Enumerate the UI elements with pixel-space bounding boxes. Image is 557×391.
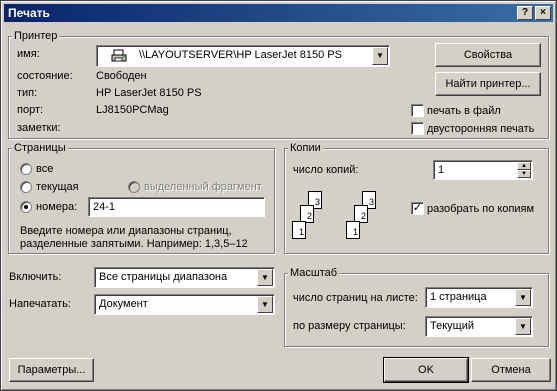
scale-value: Текущий [430, 320, 474, 332]
ok-button[interactable]: OK [383, 357, 469, 383]
copies-group-label: Копии [288, 142, 323, 154]
include-select[interactable]: Все страницы диапазона ▼ [94, 267, 275, 288]
scale-label: по размеру страницы: [293, 320, 406, 332]
chevron-down-icon[interactable]: ▼ [515, 289, 531, 306]
chevron-down-icon[interactable]: ▼ [372, 47, 388, 65]
duplex-checkbox[interactable] [411, 122, 424, 135]
print-what-label: Напечатать: [9, 298, 71, 310]
pages-selection-radio[interactable] [128, 181, 140, 193]
printer-name-label: имя: [17, 48, 40, 60]
printer-status-value: Свободен [96, 70, 147, 82]
printer-group-label: Принтер [12, 30, 60, 42]
chevron-down-icon[interactable]: ▼ [257, 296, 273, 313]
printer-type-value: HP LaserJet 8150 PS [96, 87, 202, 99]
pages-all-label: все [36, 163, 54, 175]
pages-selection-label: выделенный фрагмент [144, 181, 262, 193]
pages-current-label: текущая [36, 181, 79, 193]
pages-per-sheet-select[interactable]: 1 страница ▼ [425, 287, 533, 308]
collate-page-1a: 1 [292, 221, 306, 239]
find-printer-button[interactable]: Найти принтер... [435, 72, 541, 96]
printer-name-value: \\LAYOUTSERVER\HP LaserJet 8150 PS [139, 49, 342, 61]
pages-group-label: Страницы [12, 142, 68, 154]
printer-type-label: тип: [17, 87, 38, 99]
printer-status-label: состояние: [17, 70, 73, 82]
copies-spinner[interactable]: ▲ ▼ [517, 162, 531, 178]
printer-name-select[interactable]: \\LAYOUTSERVER\HP LaserJet 8150 PS ▼ [96, 45, 390, 67]
print-to-file-checkbox[interactable] [411, 104, 424, 117]
print-what-select[interactable]: Документ ▼ [94, 294, 275, 315]
printer-port-label: порт: [17, 104, 44, 116]
copies-count-value: 1 [438, 164, 445, 176]
page-numbers-value: 24-1 [93, 201, 116, 213]
window-title: Печать [8, 6, 50, 20]
printer-notes-label: заметки: [17, 122, 61, 134]
collate-label: разобрать по копиям [427, 203, 535, 215]
title-bar[interactable]: Печать ? × [4, 4, 553, 22]
include-label: Включить: [9, 271, 62, 283]
spin-down-icon[interactable]: ▼ [517, 170, 531, 178]
pages-hint: Введите номера или диапазоны страниц, ра… [20, 225, 248, 250]
spin-up-icon[interactable]: ▲ [517, 162, 531, 170]
help-button[interactable]: ? [517, 6, 533, 20]
pages-per-sheet-value: 1 страница [430, 291, 487, 303]
collate-page-1b: 1 [346, 221, 360, 239]
pages-numbers-label: номера: [36, 201, 78, 213]
cancel-button[interactable]: Отмена [471, 358, 551, 382]
copies-count-label: число копий: [293, 164, 359, 176]
copies-count-input[interactable]: 1 ▲ ▼ [433, 160, 533, 180]
duplex-label: двусторонняя печать [427, 123, 535, 135]
pages-all-radio[interactable] [20, 163, 32, 175]
include-value: Все страницы диапазона [99, 271, 228, 283]
options-button[interactable]: Параметры... [9, 358, 94, 382]
printer-icon [111, 49, 127, 63]
print-what-value: Документ [99, 298, 148, 310]
chevron-down-icon[interactable]: ▼ [257, 269, 273, 286]
printer-port-value: LJ8150PCMag [96, 104, 169, 116]
pages-current-radio[interactable] [20, 181, 32, 193]
properties-button[interactable]: Свойства [435, 43, 541, 67]
zoom-group-label: Масштаб [288, 267, 340, 279]
pages-per-sheet-label: число страниц на листе: [293, 292, 418, 304]
collate-checkbox[interactable]: ✓ [411, 202, 424, 215]
page-numbers-input[interactable]: 24-1 [88, 197, 265, 217]
pages-numbers-radio[interactable] [20, 201, 32, 213]
scale-select[interactable]: Текущий ▼ [425, 316, 533, 337]
close-button[interactable]: × [535, 6, 551, 20]
print-dialog: Печать ? × Принтер имя: \\LAYOUTSERVER\H… [0, 0, 557, 391]
chevron-down-icon[interactable]: ▼ [515, 318, 531, 335]
print-to-file-label: печать в файл [427, 105, 501, 117]
